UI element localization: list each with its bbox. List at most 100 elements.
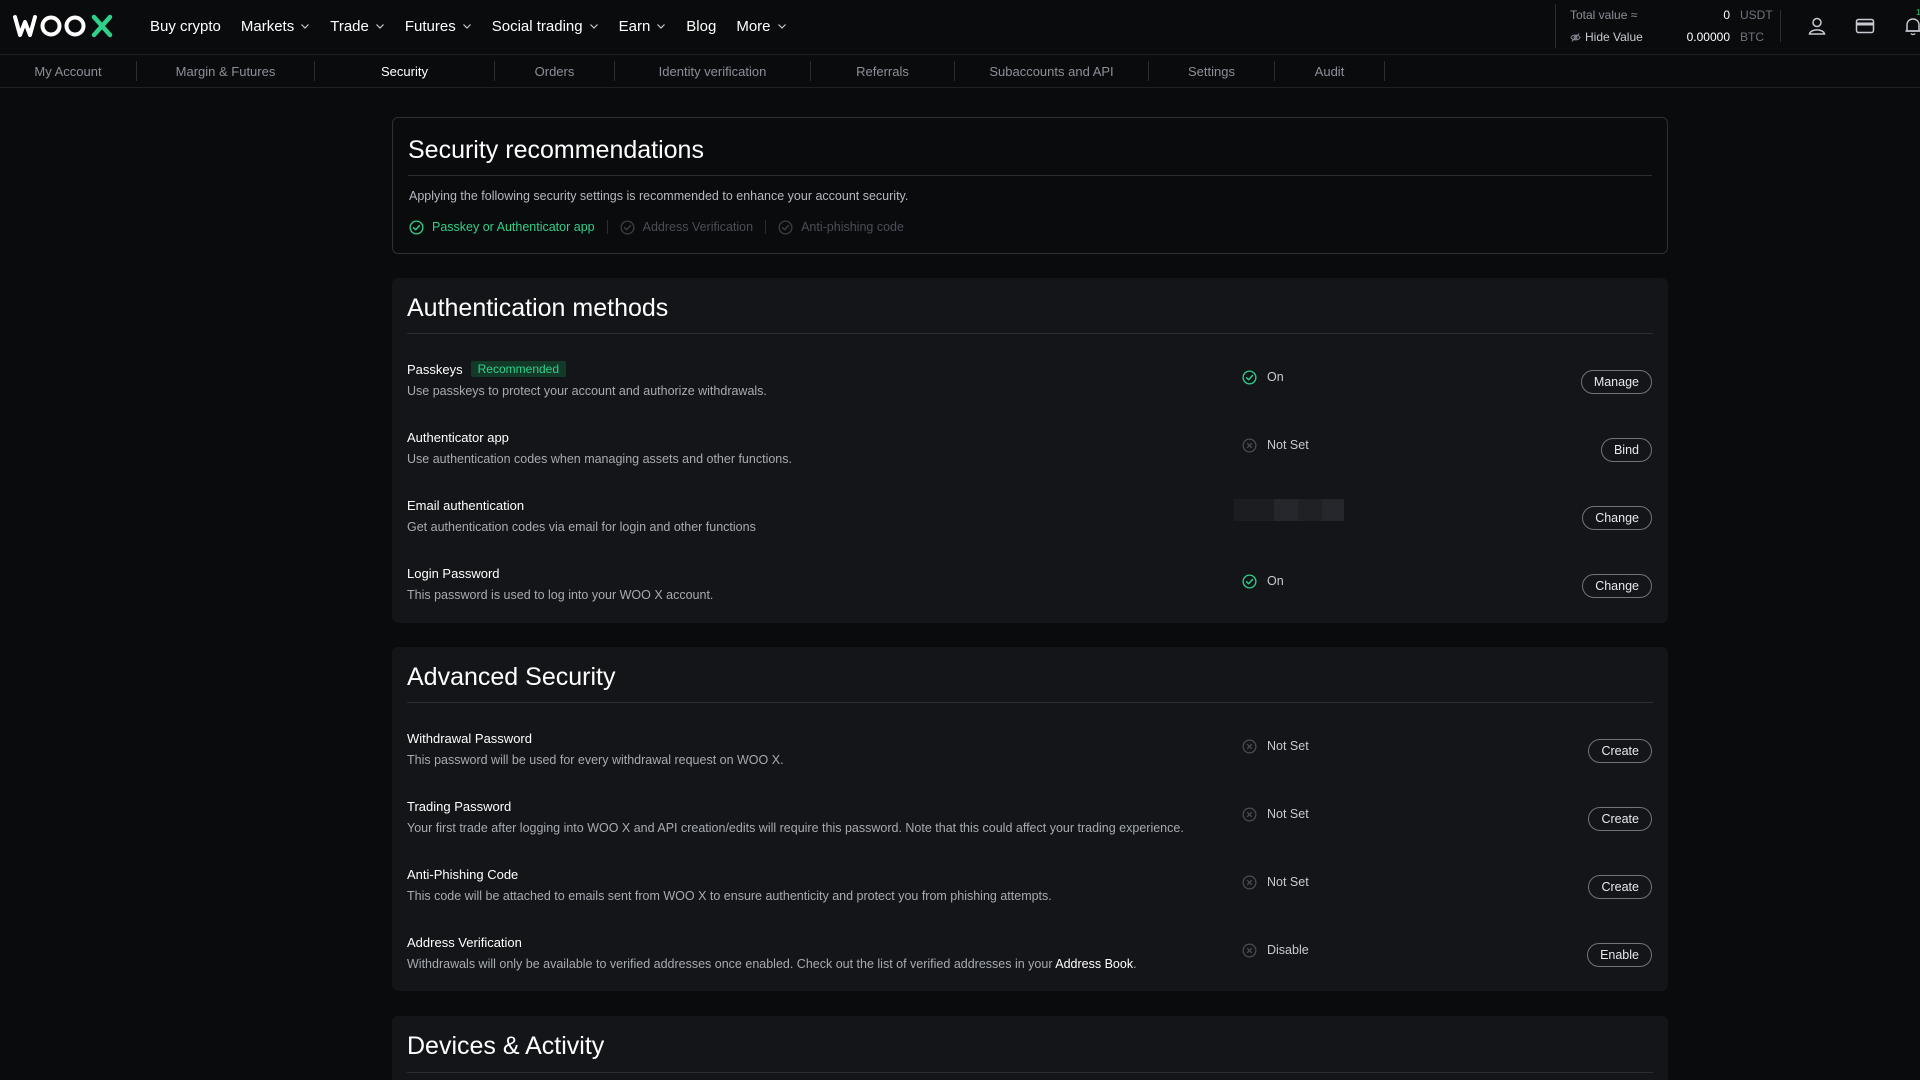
recommendation-item[interactable]: Anti-phishing code xyxy=(778,219,916,235)
tab-audit[interactable]: Audit xyxy=(1275,61,1385,81)
setting-row: Login Password This password is used to l… xyxy=(392,564,1668,624)
nav-item-buy-crypto[interactable]: Buy crypto xyxy=(150,18,221,35)
x-circle-icon xyxy=(1242,943,1257,957)
recommendation-label: Address Verification xyxy=(642,220,754,234)
manage-button[interactable]: Manage xyxy=(1580,370,1652,394)
divider xyxy=(407,702,1653,703)
wallet-icon[interactable] xyxy=(1855,16,1875,36)
setting-title: Email authentication xyxy=(407,497,525,513)
tab-orders[interactable]: Orders xyxy=(495,61,615,81)
tab-label: Audit xyxy=(1314,63,1345,79)
main-nav: Buy crypto Markets Trade Futures Social trad… xyxy=(150,0,807,52)
total-value-amount: 0 xyxy=(1723,8,1730,22)
tab-referrals[interactable]: Referrals xyxy=(811,61,955,81)
total-value-unit: USDT xyxy=(1740,8,1773,22)
nav-item-social-trading[interactable]: Social trading xyxy=(492,18,599,35)
nav-item-blog[interactable]: Blog xyxy=(686,18,716,35)
setting-description-text: Your first trade after logging into WOO … xyxy=(407,821,1184,835)
chevron-down-icon xyxy=(301,24,310,29)
create-button[interactable]: Create xyxy=(1588,807,1652,831)
nav-item-trade[interactable]: Trade xyxy=(330,18,385,35)
setting-status-text: On xyxy=(1267,370,1284,384)
check-circle-icon xyxy=(620,219,635,235)
tab-settings[interactable]: Settings xyxy=(1149,61,1275,81)
nav-item-label: Earn xyxy=(618,17,651,35)
nav-item-label: Markets xyxy=(240,17,295,35)
tab-label: Identity verification xyxy=(658,63,767,79)
chevron-down-icon xyxy=(375,24,384,29)
recommendation-item[interactable]: Address Verification xyxy=(620,219,765,235)
hide-value-label: Hide Value xyxy=(1585,30,1643,44)
tab-identity-verification[interactable]: Identity verification xyxy=(615,61,811,81)
section-title: Devices & Activity xyxy=(407,1032,605,1060)
nav-item-earn[interactable]: Earn xyxy=(619,18,667,35)
recommendation-label: Passkey or Authenticator app xyxy=(432,220,595,234)
tab-security[interactable]: Security xyxy=(315,61,495,81)
recommended-badge: Recommended xyxy=(470,361,567,377)
setting-row: Authenticator app Use authentication code… xyxy=(392,428,1668,488)
setting-description-text: Use passkeys to protect your account and… xyxy=(407,384,767,398)
setting-title-wrap: Login Password xyxy=(407,564,500,582)
nav-item-label: Futures xyxy=(404,17,456,35)
address-book-link[interactable]: Address Book xyxy=(1055,957,1133,971)
setting-row: Passkeys Recommended Use passkeys to prote… xyxy=(392,360,1668,420)
tab-label: Security xyxy=(381,63,428,79)
nav-item-more[interactable]: More xyxy=(736,18,786,35)
tab-label: Orders xyxy=(534,63,575,79)
x-circle-icon xyxy=(1242,739,1257,753)
create-button[interactable]: Create xyxy=(1588,739,1652,763)
setting-status: Not Set xyxy=(1242,805,1309,823)
tab-subaccounts-and-api[interactable]: Subaccounts and API xyxy=(955,61,1149,81)
change-button[interactable]: Change xyxy=(1582,506,1652,530)
btc-value-unit: BTC xyxy=(1740,30,1764,44)
mask-block xyxy=(1344,499,1362,521)
recommendation-item[interactable]: Passkey or Authenticator app xyxy=(409,219,607,235)
divider xyxy=(408,175,1652,176)
enable-button[interactable]: Enable xyxy=(1587,943,1652,967)
user-icon[interactable] xyxy=(1807,16,1827,36)
mask-block xyxy=(1298,499,1322,521)
section-title: Advanced Security xyxy=(407,663,616,691)
nav-item-futures[interactable]: Futures xyxy=(405,18,472,35)
recommendation-label: Anti-phishing code xyxy=(801,220,904,234)
mask-block xyxy=(1322,499,1344,521)
setting-description: Withdrawals will only be available to ve… xyxy=(407,957,1137,971)
check-circle-icon xyxy=(409,219,424,235)
hide-value-toggle[interactable]: Hide Value xyxy=(1570,30,1680,44)
nav-item-label: Buy crypto xyxy=(150,17,221,35)
woox-logo[interactable] xyxy=(13,12,125,40)
setting-title-wrap: Passkeys Recommended xyxy=(407,360,567,378)
setting-description-text: Get authentication codes via email for l… xyxy=(407,520,756,534)
setting-row: Withdrawal Password This password will be… xyxy=(392,729,1668,789)
recommendations-description: Applying the following security settings… xyxy=(409,189,909,203)
tab-margin-futures[interactable]: Margin & Futures xyxy=(137,61,315,81)
bind-button[interactable]: Bind xyxy=(1600,438,1652,462)
nav-item-markets[interactable]: Markets xyxy=(241,18,310,35)
bell-icon[interactable]: 1 xyxy=(1903,8,1920,36)
tab-label: Margin & Futures xyxy=(175,63,276,79)
setting-row: Trading Password Your first trade after l… xyxy=(392,797,1668,857)
tab-my-account[interactable]: My Account xyxy=(0,61,137,81)
create-button[interactable]: Create xyxy=(1588,875,1652,899)
notification-count: 1 xyxy=(1916,8,1920,17)
setting-status: Disable xyxy=(1242,941,1309,959)
setting-title: Passkeys xyxy=(407,361,463,377)
check-circle-icon xyxy=(778,219,793,235)
security-recommendations-card: Security recommendations Applying the fo… xyxy=(392,117,1668,254)
setting-title: Anti-Phishing Code xyxy=(407,866,519,882)
tab-label: Subaccounts and API xyxy=(989,63,1114,79)
nav-item-label: Blog xyxy=(686,17,717,35)
setting-status: On xyxy=(1242,572,1284,590)
setting-title-wrap: Anti-Phishing Code xyxy=(407,865,518,883)
nav-item-label: Social trading xyxy=(491,17,583,35)
separator xyxy=(765,220,767,234)
change-button[interactable]: Change xyxy=(1582,574,1652,598)
setting-description-suffix: . xyxy=(1133,957,1137,971)
chevron-down-icon xyxy=(777,24,786,29)
setting-description-text: Withdrawals will only be available to ve… xyxy=(407,957,1056,971)
setting-title: Authenticator app xyxy=(407,429,509,445)
setting-description-text: Use authentication codes when managing a… xyxy=(407,452,792,466)
setting-description: Use authentication codes when managing a… xyxy=(407,452,792,466)
setting-description: This password is used to log into your W… xyxy=(407,588,713,602)
setting-title: Trading Password xyxy=(407,798,512,814)
